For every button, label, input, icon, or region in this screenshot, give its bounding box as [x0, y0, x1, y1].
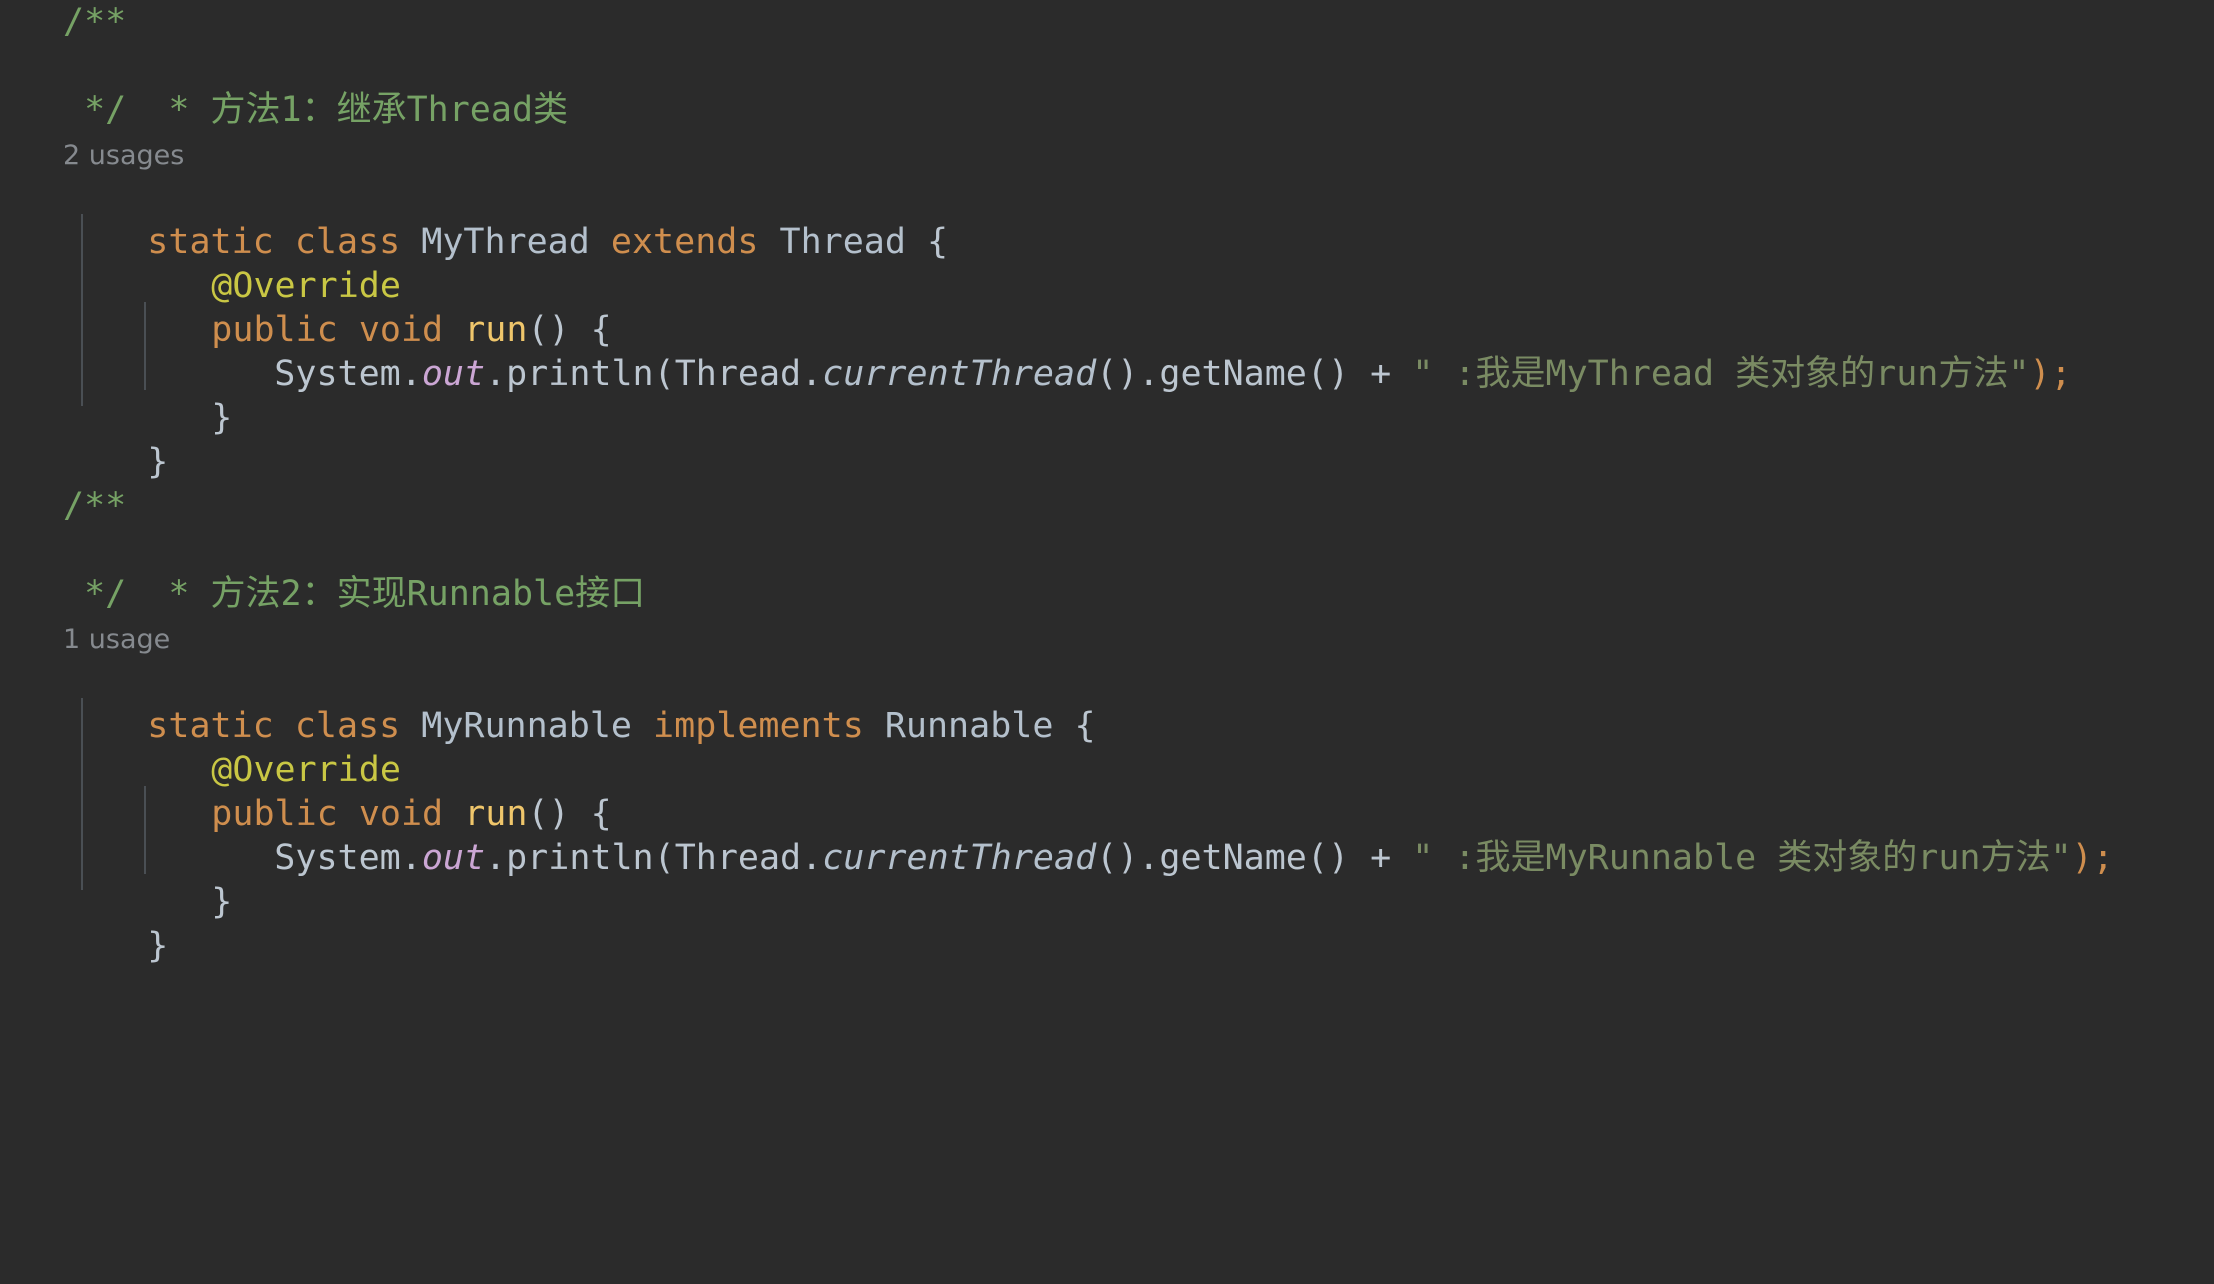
- comment-line-close: */: [63, 574, 127, 614]
- class-declaration-line[interactable]: static class MyThread extends Thread {: [0, 176, 2214, 262]
- close-brace: }: [147, 926, 169, 966]
- method-close-brace-line: }: [0, 836, 2214, 922]
- method-close-brace-line: }: [0, 352, 2214, 438]
- code-editor-pane[interactable]: /** * 方法1：继承Thread类 */ 2 usages static c…: [0, 0, 2214, 1284]
- usages-hint[interactable]: 1 usage: [0, 616, 2214, 660]
- comment-line-body: * 方法2：实现Runnable接口: [0, 528, 2214, 614]
- comment-line-body: * 方法1：继承Thread类: [0, 44, 2214, 130]
- class-close-brace-line: }: [0, 396, 2214, 482]
- method-signature-line[interactable]: public void run() {: [0, 264, 2214, 350]
- comment-line-close: */: [63, 90, 127, 130]
- usages-hint[interactable]: 2 usages: [0, 132, 2214, 176]
- annotation-line: @Override: [0, 704, 2214, 790]
- annotation-line: @Override: [0, 220, 2214, 306]
- println-statement-line[interactable]: System.out.println(Thread.currentThread(…: [0, 308, 2214, 394]
- method-signature-line[interactable]: public void run() {: [0, 748, 2214, 834]
- println-statement-line[interactable]: System.out.println(Thread.currentThread(…: [0, 792, 2214, 878]
- comment-line-open: /**: [63, 486, 127, 526]
- comment-line-open: /**: [63, 2, 127, 42]
- class-declaration-line[interactable]: static class MyRunnable implements Runna…: [0, 660, 2214, 746]
- class-close-brace-line: }: [0, 880, 2214, 966]
